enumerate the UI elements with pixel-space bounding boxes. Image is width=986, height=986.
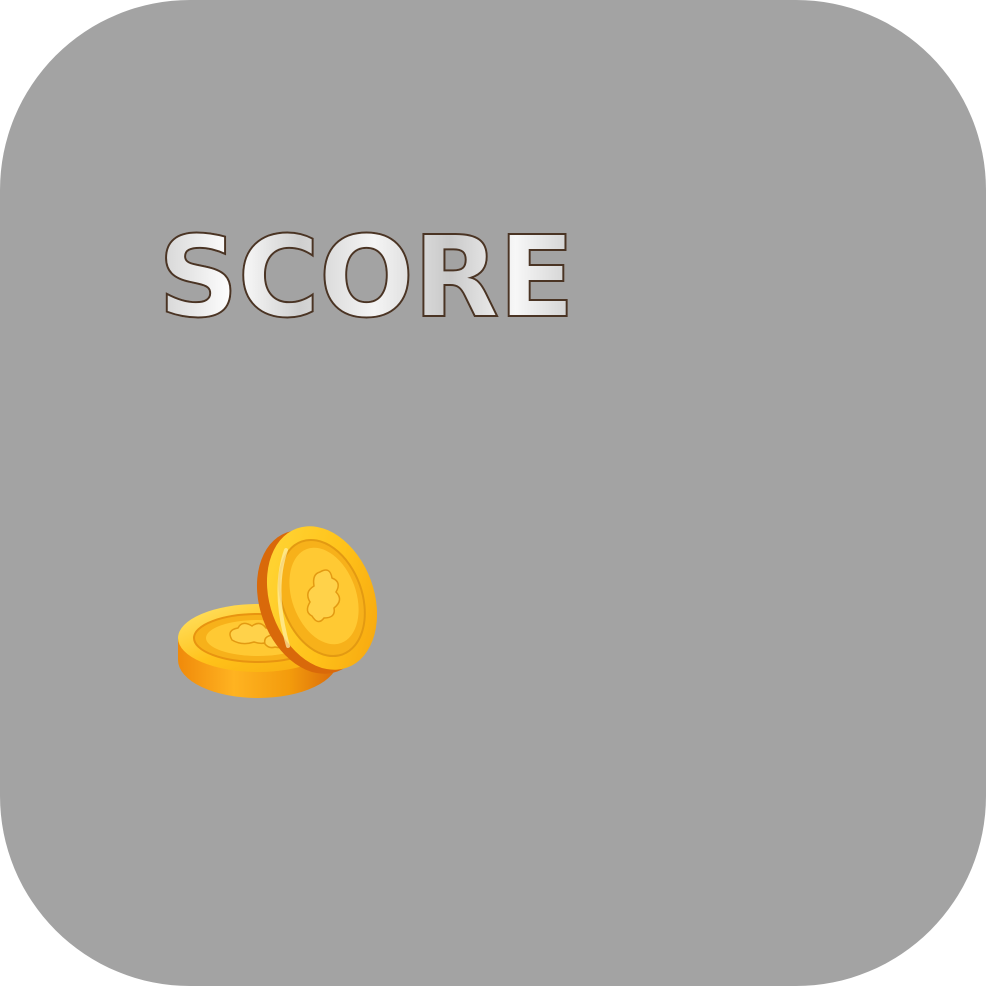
score-panel: SCORE [0,0,986,986]
coin-stack-icon [170,520,390,710]
score-label: SCORE [157,213,576,343]
